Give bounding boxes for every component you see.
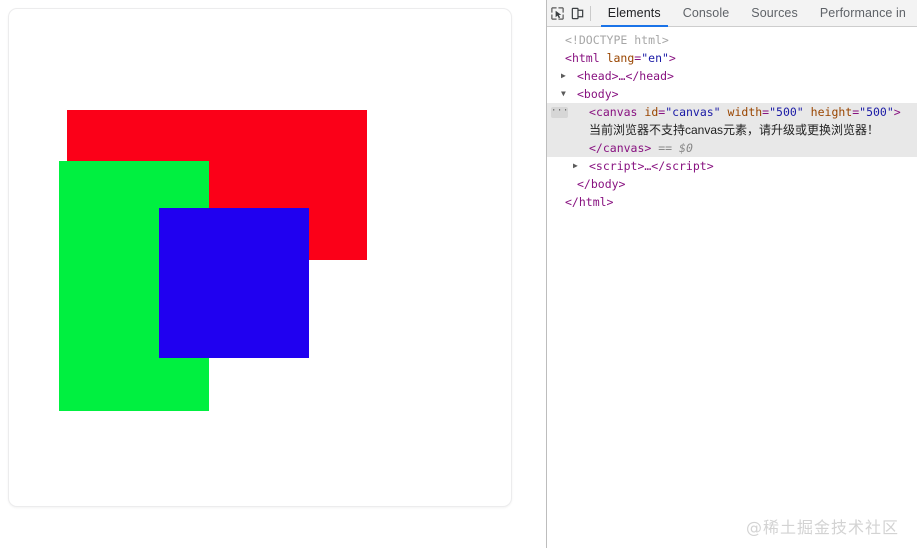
- tab-console[interactable]: Console: [672, 0, 741, 27]
- space-1: [600, 51, 607, 65]
- devtools-panel: Elements Console Sources Performance in …: [546, 0, 917, 548]
- dom-node-body-open[interactable]: ▼ <body>: [547, 85, 917, 103]
- tab-console-label: Console: [682, 6, 730, 20]
- html-close-bracket: >: [668, 51, 676, 65]
- space-6: [672, 141, 679, 155]
- dom-node-html[interactable]: <html lang="en">: [547, 49, 917, 67]
- collapsed-nodes-badge[interactable]: ···: [551, 107, 568, 118]
- dom-node-canvas-open[interactable]: ··· <canvas id="canvas" width="500" heig…: [547, 103, 917, 121]
- devtools-tabbar: Elements Console Sources Performance in: [597, 0, 917, 27]
- toolbar-divider: [590, 5, 591, 21]
- tab-elements[interactable]: Elements: [597, 0, 672, 27]
- dom-tree[interactable]: <!DOCTYPE html> <html lang="en"> ▶ <head…: [547, 27, 917, 211]
- body-closing-tag: </body>: [577, 177, 626, 191]
- tab-performance-insights[interactable]: Performance in: [809, 0, 917, 27]
- space-3: [721, 105, 728, 119]
- canvas-open-bracket: <: [589, 105, 596, 119]
- dom-node-canvas-close[interactable]: </canvas> == $0: [547, 139, 917, 157]
- html-tag-name: html: [571, 51, 600, 65]
- watermark-text: @稀土掘金技术社区: [745, 518, 899, 537]
- tab-elements-label: Elements: [607, 6, 661, 20]
- script-collapsed-text: <script>…</script>: [589, 159, 714, 173]
- canvas-height-attr-value: "500": [859, 105, 894, 119]
- canvas-height-attr-name: height: [810, 105, 853, 119]
- selected-node-marker: ==: [658, 141, 673, 155]
- canvas-width-attr-value: "500": [769, 105, 804, 119]
- chevron-right-icon-script[interactable]: ▶: [573, 157, 583, 175]
- dom-node-body-close[interactable]: </body>: [547, 175, 917, 193]
- dom-node-doctype[interactable]: <!DOCTYPE html>: [547, 31, 917, 49]
- canvas-close-bracket: >: [893, 105, 901, 119]
- body-open-text: <body>: [577, 87, 619, 101]
- devtools-toolbar: Elements Console Sources Performance in: [547, 0, 917, 27]
- browser-page-viewport: [0, 0, 546, 548]
- dom-node-canvas-text[interactable]: 当前浏览器不支持canvas元素，请升级或更换浏览器！: [547, 121, 917, 139]
- canvas-element[interactable]: [9, 9, 511, 506]
- blue-rectangle: [159, 208, 309, 358]
- doctype-text: <!DOCTYPE html>: [565, 33, 669, 47]
- dom-node-head[interactable]: ▶ <head>…</head>: [547, 67, 917, 85]
- device-toolbar-icon[interactable]: [567, 0, 587, 26]
- html-lang-attr-value: "en": [641, 51, 669, 65]
- dom-node-html-close[interactable]: </html>: [547, 193, 917, 211]
- tab-sources-label: Sources: [751, 6, 798, 20]
- canvas-width-attr-name: width: [727, 105, 763, 119]
- tab-performance-label: Performance in: [819, 6, 906, 20]
- chevron-down-icon[interactable]: ▼: [561, 85, 571, 103]
- canvas-id-attr-value: "canvas": [665, 105, 721, 119]
- canvas-fallback-text: 当前浏览器不支持canvas元素，请升级或更换浏览器！: [589, 123, 880, 137]
- space-4: [804, 105, 811, 119]
- head-collapsed-text: <head>…</head>: [577, 69, 674, 83]
- tab-sources[interactable]: Sources: [740, 0, 809, 27]
- page-content-card: [8, 8, 512, 507]
- inspect-element-icon[interactable]: [547, 0, 567, 26]
- dom-node-script[interactable]: ▶ <script>…</script>: [547, 157, 917, 175]
- selected-node-ref: $0: [679, 141, 693, 155]
- canvas-id-attr-name: id: [644, 105, 659, 119]
- canvas-tag-name: canvas: [595, 105, 638, 119]
- canvas-closing-tag: </canvas>: [589, 141, 652, 155]
- html-closing-tag: </html>: [565, 195, 614, 209]
- html-open-bracket: <: [565, 51, 572, 65]
- chevron-right-icon[interactable]: ▶: [561, 67, 571, 85]
- html-lang-attr-name: lang: [606, 51, 635, 65]
